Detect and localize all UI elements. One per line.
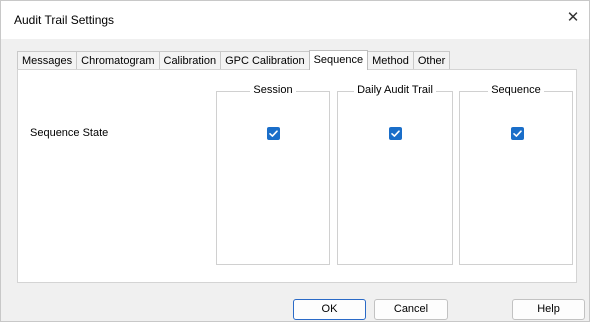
group-daily-audit-trail: Daily Audit Trail — [337, 84, 453, 265]
checkmark-icon — [513, 130, 522, 137]
tab-strip: Messages Chromatogram Calibration GPC Ca… — [17, 50, 451, 70]
sequence-checkbox[interactable] — [511, 127, 524, 140]
tab-calibration[interactable]: Calibration — [158, 51, 222, 69]
group-sequence: Sequence — [459, 84, 573, 265]
tab-sequence[interactable]: Sequence — [308, 50, 369, 70]
cancel-button[interactable]: Cancel — [374, 299, 448, 320]
session-checkbox[interactable] — [267, 127, 280, 140]
sequence-state-label: Sequence State — [30, 127, 109, 139]
group-sequence-title: Sequence — [488, 84, 544, 96]
group-session: Session — [216, 84, 330, 265]
tab-gpc-calibration[interactable]: GPC Calibration — [220, 51, 310, 69]
group-daily-audit-trail-title: Daily Audit Trail — [354, 84, 436, 96]
ok-button[interactable]: OK — [293, 299, 366, 320]
dialog-window: Audit Trail Settings ✕ Messages Chromato… — [0, 0, 590, 322]
checkmark-icon — [269, 130, 278, 137]
help-button[interactable]: Help — [512, 299, 585, 320]
window-title: Audit Trail Settings — [14, 13, 115, 27]
close-icon[interactable]: ✕ — [563, 8, 583, 28]
tab-other[interactable]: Other — [412, 51, 451, 69]
checkmark-icon — [391, 130, 400, 137]
title-bar: Audit Trail Settings ✕ — [1, 1, 589, 39]
group-session-title: Session — [250, 84, 296, 96]
tab-chromatogram[interactable]: Chromatogram — [76, 51, 160, 69]
tab-panel-sequence: Sequence State Session Daily Audit Trail… — [17, 69, 577, 283]
tab-messages[interactable]: Messages — [17, 51, 78, 69]
daily-audit-trail-checkbox[interactable] — [389, 127, 402, 140]
tab-method[interactable]: Method — [367, 51, 414, 69]
